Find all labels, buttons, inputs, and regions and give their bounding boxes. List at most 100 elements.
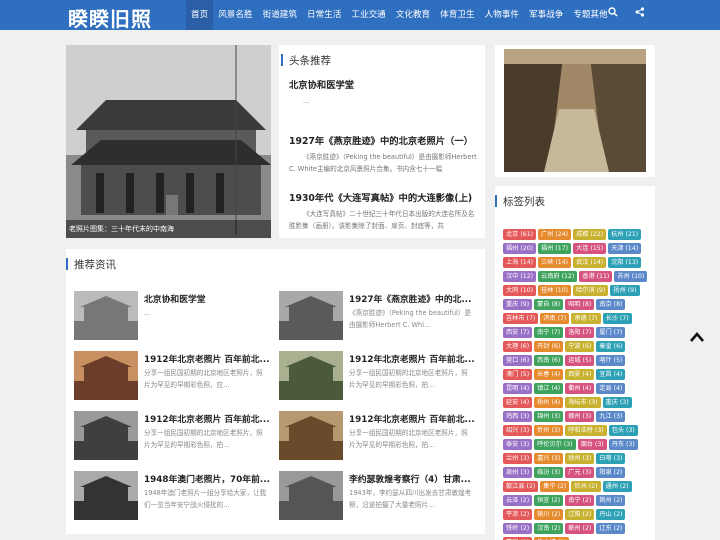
tag-item[interactable]: 呼和浩特 (3) [565, 425, 607, 436]
tag-item[interactable]: 西安 (7) [503, 327, 533, 338]
tag-item[interactable]: 忻州 (3) [534, 425, 564, 436]
tag-item[interactable]: 长春 (4) [534, 369, 564, 380]
tag-item[interactable]: 平凉 (2) [503, 509, 533, 520]
rec-title-4[interactable]: 1912年北京老照片 百年前北... [144, 412, 274, 425]
headline-title-2[interactable]: 1927年《燕京胜迹》中的北京老照片（一） [289, 133, 473, 147]
tag-item[interactable]: 铜川 (2) [534, 509, 564, 520]
tag-item[interactable]: 烟台 (3) [577, 439, 607, 450]
rec-title-5[interactable]: 1912年北京老照片 百年前北... [349, 412, 479, 425]
tag-item[interactable]: 包头 (3) [608, 425, 638, 436]
nav-item-6[interactable]: 体育卫生 [435, 0, 479, 30]
tag-item[interactable]: 汉南 (2) [534, 523, 564, 534]
rec-title-3[interactable]: 1912年北京老照片 百年前北... [349, 352, 479, 365]
tag-item[interactable]: 运城 (5) [565, 355, 595, 366]
tag-item[interactable]: 香港 (11) [579, 271, 613, 282]
tag-item[interactable]: 宁波 (6) [565, 341, 595, 352]
tag-item[interactable]: 秦皇 (6) [596, 341, 626, 352]
tag-item[interactable]: 歙江县 (2) [503, 481, 539, 492]
tag-item[interactable]: 三峡 (14) [538, 257, 572, 268]
tag-item[interactable]: 集宁 (2) [540, 481, 570, 492]
rec-title-1[interactable]: 1927年《燕京胜迹》中的北... [349, 292, 479, 305]
nav-item-8[interactable]: 军事战争 [524, 0, 568, 30]
tag-item[interactable]: 蒙自 (8) [534, 299, 564, 310]
tag-item[interactable]: 喀什 (5) [596, 355, 626, 366]
tag-item[interactable]: 钦州 (2) [571, 481, 601, 492]
tag-item[interactable]: 重庆 (9) [503, 299, 533, 310]
tag-item[interactable]: 镇江 (4) [534, 383, 564, 394]
nav-item-5[interactable]: 文化教育 [391, 0, 435, 30]
tag-item[interactable]: 开封 (6) [534, 341, 564, 352]
rec-thumb-3[interactable] [279, 351, 343, 400]
nav-item-1[interactable]: 风景名胜 [213, 0, 257, 30]
tag-item[interactable]: 桂林 (10) [538, 285, 572, 296]
tag-item[interactable]: 沈阳 (13) [608, 257, 642, 268]
tag-item[interactable]: 汉中 (12) [503, 271, 537, 282]
tag-item[interactable]: 澳门 (5) [503, 369, 533, 380]
tag-item[interactable]: 泰安 (3) [503, 439, 533, 450]
tag-item[interactable]: 通州 (2) [602, 481, 632, 492]
tag-item[interactable]: 大同 (10) [503, 285, 537, 296]
tag-item[interactable]: 杭州 (21) [608, 229, 642, 240]
tag-item[interactable]: 大理 (6) [503, 341, 533, 352]
tag-item[interactable]: 辽东 (2) [596, 523, 626, 534]
rec-thumb-2[interactable] [74, 351, 138, 400]
site-logo[interactable]: 睽睽旧照 [68, 3, 152, 32]
tag-item[interactable]: 济南 (7) [540, 313, 570, 324]
rec-title-2[interactable]: 1912年北京老照片 百年前北... [144, 352, 274, 365]
tag-item[interactable]: 赣州 (3) [565, 411, 595, 422]
tag-item[interactable]: 南宁 (2) [565, 495, 595, 506]
tag-item[interactable]: 嘉兴 (3) [534, 453, 564, 464]
rec-thumb-7[interactable] [279, 471, 343, 520]
tag-item[interactable]: 丹山 (2) [596, 509, 626, 520]
search-icon[interactable] [602, 0, 624, 30]
tag-item[interactable]: 九江 (3) [596, 411, 626, 422]
nav-item-4[interactable]: 工业交通 [346, 0, 390, 30]
hero-photo[interactable]: 老照片图集：三十年代末的中南海 [66, 45, 271, 238]
tag-item[interactable]: 徐州 (3) [565, 453, 595, 464]
tag-item[interactable]: 昆明 (4) [503, 383, 533, 394]
tag-item[interactable]: 云泽 (2) [503, 495, 533, 506]
tag-item[interactable]: 锦州 (3) [534, 411, 564, 422]
tag-item[interactable]: 延安 (4) [503, 397, 533, 408]
headline-title-3[interactable]: 1930年代《大连写真帖》中的大连影像(上) [289, 190, 472, 204]
rec-thumb-5[interactable] [279, 411, 343, 460]
nav-item-0[interactable]: 首页 [186, 0, 214, 30]
tag-item[interactable]: 泉州 (3) [503, 467, 533, 478]
rec-title-0[interactable]: 北京协和医学堂 [144, 292, 274, 305]
share-icon[interactable] [629, 0, 651, 30]
tag-item[interactable]: 衢州 (4) [565, 383, 595, 394]
tag-item[interactable]: 南宁 (7) [534, 327, 564, 338]
tag-item[interactable]: 广元 (3) [565, 467, 595, 478]
tag-item[interactable]: 哈尔滨 (9) [573, 285, 609, 296]
rec-thumb-6[interactable] [74, 471, 138, 520]
tag-item[interactable]: 福州 (20) [503, 243, 537, 254]
tag-item[interactable]: 成都 (22) [573, 229, 607, 240]
tag-item[interactable]: 西南 (6) [534, 355, 564, 366]
nav-item-3[interactable]: 日常生活 [302, 0, 346, 30]
tag-item[interactable]: 南京 (8) [596, 299, 626, 310]
tag-item[interactable]: 绍兴 (3) [503, 425, 533, 436]
tag-item[interactable]: 呼伦贝尔 (3) [534, 439, 576, 450]
tag-item[interactable]: 丹东 (3) [608, 439, 638, 450]
tag-item[interactable]: 鸡西 (3) [503, 411, 533, 422]
tag-item[interactable]: 北京 (61) [503, 229, 537, 240]
tag-item[interactable]: 荆州 (2) [596, 495, 626, 506]
back-to-top-icon[interactable] [690, 332, 704, 342]
tag-item[interactable]: 长沙 (7) [602, 313, 632, 324]
tag-item[interactable]: 辽阳 (2) [565, 509, 595, 520]
tag-item[interactable]: 广州 (24) [538, 229, 572, 240]
tag-item[interactable]: 蕲州 (2) [565, 523, 595, 534]
tag-item[interactable]: 恒宜 (2) [534, 495, 564, 506]
tag-item[interactable]: 武汉 (14) [573, 257, 607, 268]
rec-title-7[interactable]: 李约瑟敦煌考察行（4）甘肃... [349, 472, 479, 485]
tag-item[interactable]: 厦门 (7) [596, 327, 626, 338]
tag-item[interactable]: 福州 (17) [538, 243, 572, 254]
rec-thumb-0[interactable] [74, 291, 138, 340]
tag-item[interactable]: 吉林市 (7) [503, 313, 539, 324]
tag-item[interactable]: 海坛市 (3) [565, 397, 601, 408]
tag-item[interactable]: 承德 (7) [571, 313, 601, 324]
tag-item[interactable]: 扬州 (9) [610, 285, 640, 296]
tag-item[interactable]: 日喀 (3) [596, 453, 626, 464]
nav-item-7[interactable]: 人物事件 [480, 0, 524, 30]
tag-item[interactable]: 临汾 (3) [534, 467, 564, 478]
